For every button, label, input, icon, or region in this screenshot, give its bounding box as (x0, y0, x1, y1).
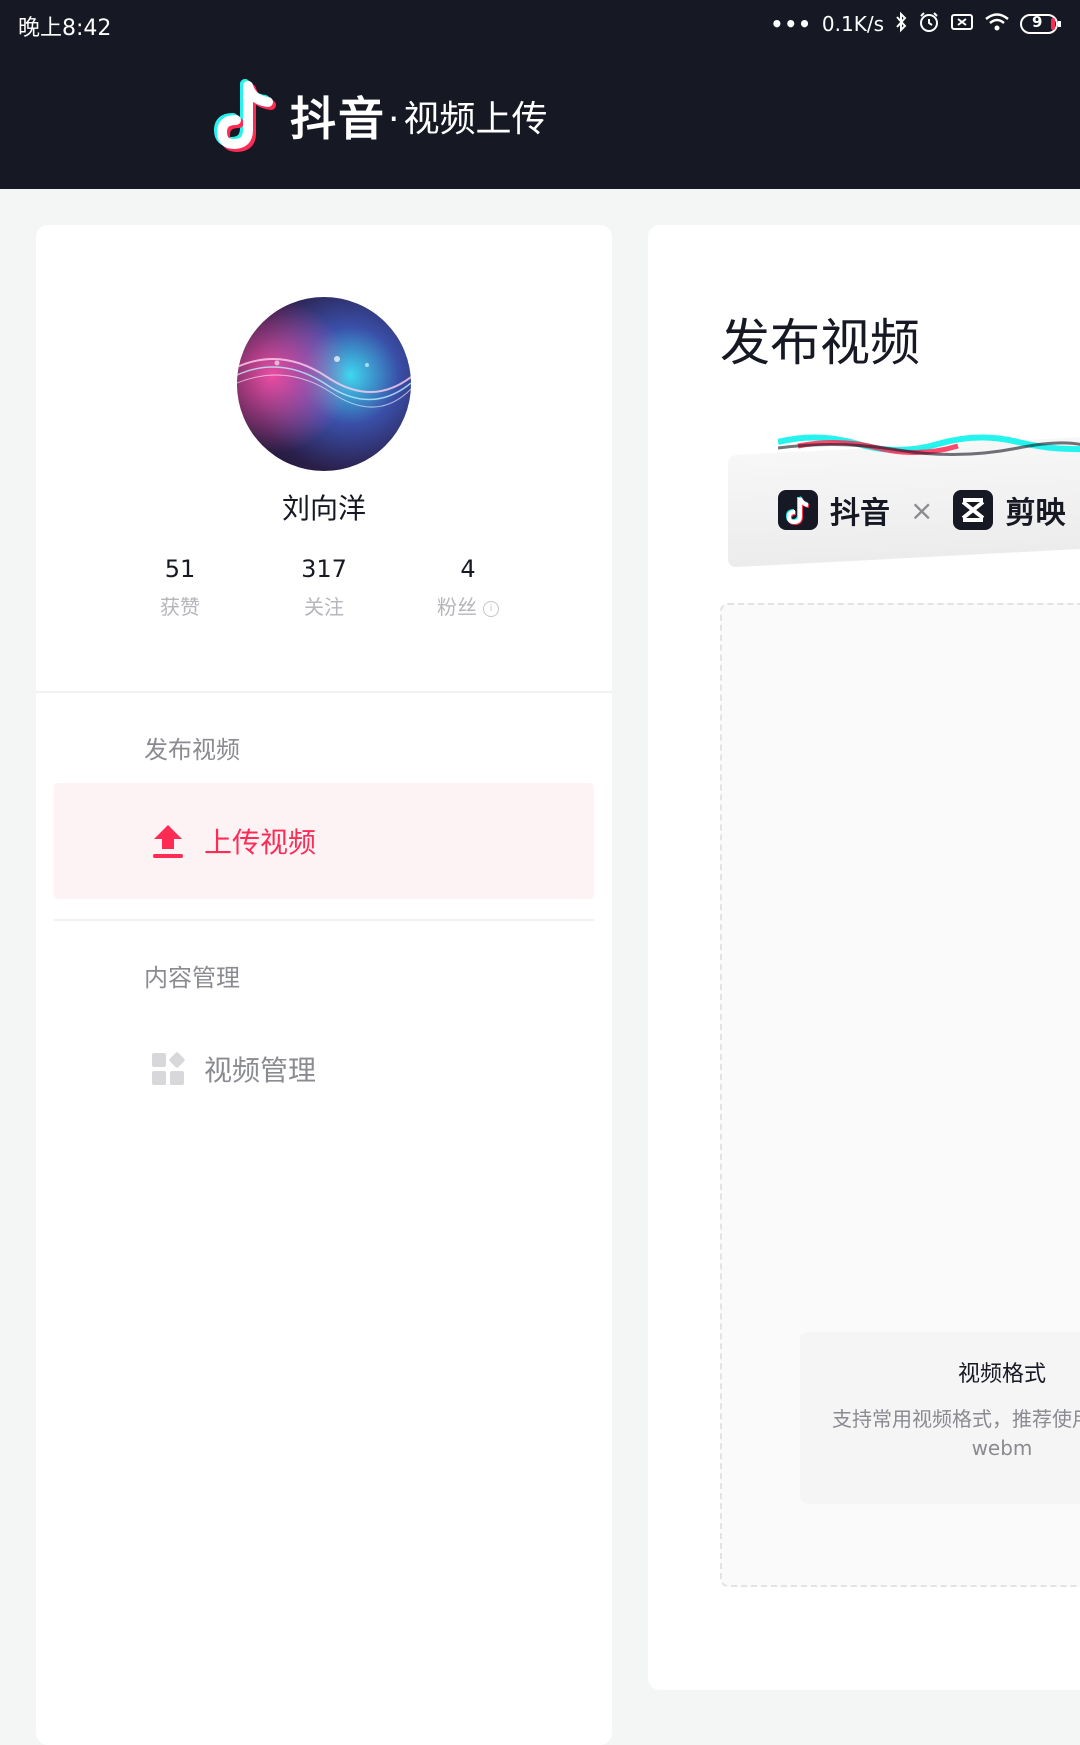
profile-stats: 51 获赞 317 关注 4 粉丝 i (36, 555, 612, 625)
partner-banner: 抖音 × 剪映 (728, 430, 1080, 568)
format-info-box: 视频格式 支持常用视频格式，推荐使用 webm (800, 1332, 1080, 1504)
stat-followers-wrap: 粉丝 i (408, 591, 528, 620)
header-subtitle-text: 视频上传 (403, 99, 548, 140)
stat-likes-label: 获赞 (160, 595, 200, 619)
brand-name: 抖音 (290, 92, 386, 146)
sidebar-item-upload-video[interactable]: 上传视频 (54, 783, 594, 899)
format-description: 支持常用视频格式，推荐使用 (832, 1407, 1080, 1431)
jianying-logo-icon (953, 490, 994, 530)
stat-following-value: 317 (301, 555, 347, 583)
divider (36, 691, 612, 693)
main-panel: 发布视频 抖音 × 剪映 视频格式 支持常用视频格式，推荐使用 webm (648, 225, 1080, 1690)
douyin-logo-icon (778, 490, 818, 530)
stat-following: 317 关注 (264, 555, 384, 620)
banner-cross: × (910, 493, 934, 527)
alarm-icon (918, 11, 940, 38)
sidebar-panel: 刘向洋 51 获赞 317 关注 4 粉丝 i 发布视频 上传视频 内容管理 视… (36, 225, 612, 1745)
banner-wave-icon (778, 434, 1080, 457)
profile-name: 刘向洋 (281, 492, 366, 525)
section-content-label: 内容管理 (144, 964, 240, 992)
bluetooth-icon (894, 11, 908, 38)
brand-logo[interactable]: 抖音 · 视频上传 (213, 76, 548, 156)
page-title: 发布视频 (720, 314, 920, 372)
banner-brand-douyin: 抖音 (830, 496, 890, 531)
stat-likes: 51 获赞 (120, 555, 240, 620)
network-speed: 0.1K/s (821, 12, 884, 36)
format-title: 视频格式 (957, 1362, 1046, 1387)
grid-manage-icon (150, 1051, 186, 1087)
banner-brand-jianying: 剪映 (1005, 496, 1066, 531)
banner-content: 抖音 × 剪映 (778, 488, 1065, 532)
signal-dots-icon: ••• (770, 12, 812, 36)
divider (54, 919, 594, 921)
stat-likes-value: 51 (164, 555, 196, 583)
section-publish-label: 发布视频 (144, 736, 240, 764)
stat-followers: 4 粉丝 i (408, 555, 528, 620)
stat-followers-label: 粉丝 (437, 595, 477, 619)
sidebar-item-video-manage[interactable]: 视频管理 (54, 1011, 594, 1127)
upload-icon (150, 823, 186, 859)
sidebar-item-upload-label: 上传视频 (204, 826, 317, 859)
sim-icon (950, 12, 974, 37)
douyin-note-icon (213, 78, 278, 154)
avatar[interactable] (237, 297, 411, 471)
status-bar: 晚上8:42 ••• 0.1K/s 9 (0, 0, 1080, 48)
stat-followers-value: 4 (460, 555, 476, 583)
sidebar-item-manage-label: 视频管理 (204, 1054, 317, 1087)
status-icons: ••• 0.1K/s 9 (771, 10, 1062, 38)
info-icon[interactable]: i (483, 600, 499, 617)
wifi-icon (984, 12, 1010, 37)
format-description-ext: webm (971, 1436, 1033, 1460)
app-header: 抖音 · 视频上传 (0, 48, 1080, 189)
battery-icon: 9 (1020, 13, 1062, 35)
status-time: 晚上8:42 (18, 16, 112, 41)
battery-level: 9 (1032, 13, 1043, 31)
stat-following-label: 关注 (304, 595, 344, 619)
header-subtitle: · 视频上传 (388, 99, 548, 140)
